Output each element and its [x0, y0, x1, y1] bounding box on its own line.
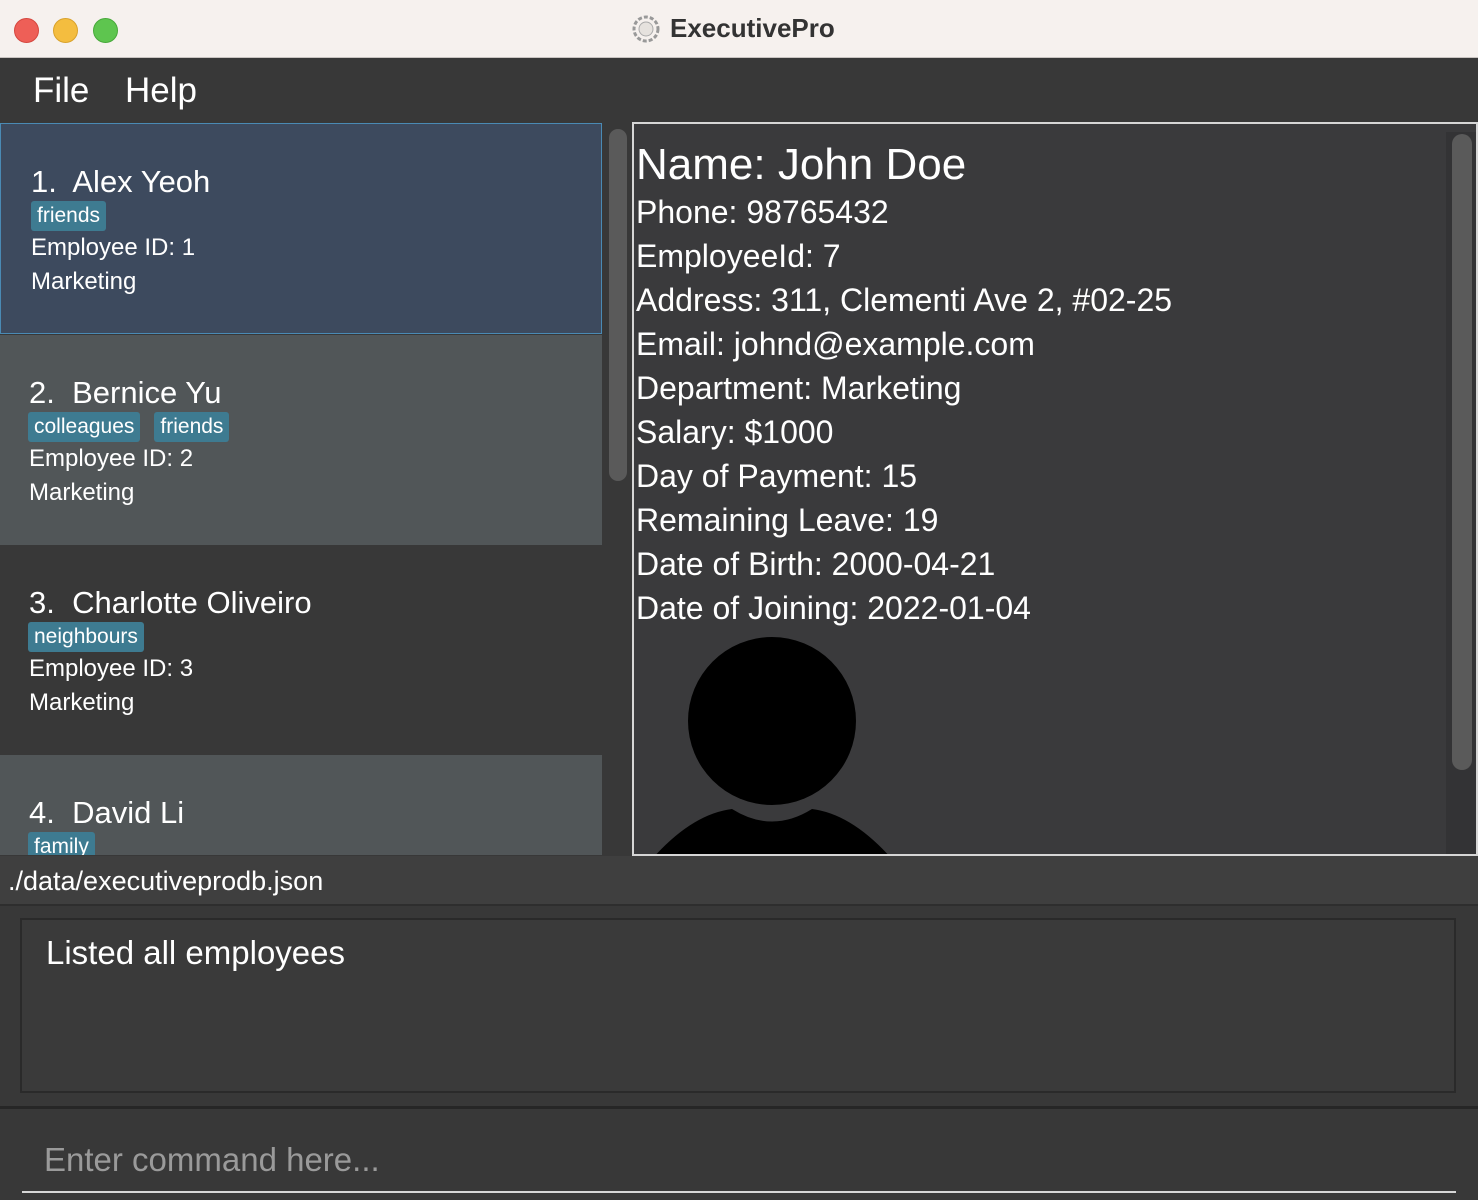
detail-address: Address: 311, Clementi Ave 2, #02-25 [636, 282, 1173, 318]
data-file-path: ./data/executiveprodb.json [8, 866, 324, 896]
employee-name: 2. Bernice Yu [29, 375, 222, 410]
employee-card[interactable]: 3. Charlotte Oliveiro neighbours Employe… [0, 545, 602, 756]
employee-department: Marketing [29, 689, 135, 716]
tag-list: family [28, 832, 95, 855]
employee-id: Employee ID: 3 [29, 655, 194, 682]
window-title: ExecutivePro [670, 13, 835, 43]
detail-day-of-payment: Day of Payment: 15 [636, 458, 918, 494]
close-window-button[interactable] [14, 18, 39, 43]
tag: neighbours [28, 622, 144, 652]
tag-list: colleagues friends [28, 412, 230, 442]
employee-department: Marketing [31, 268, 137, 295]
status-bar: ./data/executiveprodb.json [0, 856, 1478, 906]
person-silhouette-icon [656, 637, 888, 854]
tag: friends [154, 412, 230, 442]
employee-card[interactable]: 2. Bernice Yu colleagues friends Employe… [0, 335, 602, 546]
detail-scrollbar[interactable] [1452, 134, 1472, 770]
employee-id: Employee ID: 1 [31, 234, 196, 261]
employee-card[interactable]: 4. David Li family [0, 755, 602, 855]
employee-name: 4. David Li [29, 795, 185, 830]
result-message: Listed all employees [46, 934, 345, 971]
list-scrollbar[interactable] [609, 129, 627, 481]
employee-detail-panel: Name: John Doe Phone: 98765432 EmployeeI… [632, 122, 1478, 856]
detail-remaining-leave: Remaining Leave: 19 [636, 502, 939, 538]
detail-employee-id: EmployeeId: 7 [636, 238, 841, 274]
tag: colleagues [28, 412, 141, 442]
menu-file[interactable]: File [33, 71, 89, 111]
menu-bar: File Help [0, 59, 1478, 123]
tag: family [28, 832, 95, 855]
app-logo-icon [632, 15, 660, 43]
maximize-window-button[interactable] [93, 18, 118, 43]
detail-department: Department: Marketing [636, 370, 962, 406]
tag-list: neighbours [28, 622, 144, 652]
detail-name: Name: John Doe [636, 140, 967, 189]
employee-name: 1. Alex Yeoh [31, 164, 211, 199]
employee-name: 3. Charlotte Oliveiro [29, 585, 312, 620]
detail-date-of-joining: Date of Joining: 2022-01-04 [636, 590, 1031, 626]
employee-department: Marketing [29, 479, 135, 506]
app-window: ExecutivePro File Help 1. Alex Yeoh frie… [0, 0, 1478, 1200]
command-box [0, 1106, 1478, 1200]
detail-phone: Phone: 98765432 [636, 194, 889, 230]
tag-list: friends [31, 201, 107, 231]
tag: friends [31, 201, 107, 231]
menu-help[interactable]: Help [125, 71, 197, 111]
employee-id: Employee ID: 2 [29, 445, 194, 472]
command-input[interactable] [22, 1129, 1456, 1193]
detail-date-of-birth: Date of Birth: 2000-04-21 [636, 546, 996, 582]
detail-salary: Salary: $1000 [636, 414, 834, 450]
result-display[interactable]: Listed all employees [20, 918, 1456, 1093]
minimize-window-button[interactable] [53, 18, 78, 43]
title-bar: ExecutivePro [0, 0, 1478, 58]
result-display-area: Listed all employees [0, 908, 1478, 1106]
employee-card[interactable]: 1. Alex Yeoh friends Employee ID: 1 Mark… [0, 123, 602, 334]
detail-email: Email: johnd@example.com [636, 326, 1035, 362]
employee-list[interactable]: 1. Alex Yeoh friends Employee ID: 1 Mark… [0, 123, 602, 855]
